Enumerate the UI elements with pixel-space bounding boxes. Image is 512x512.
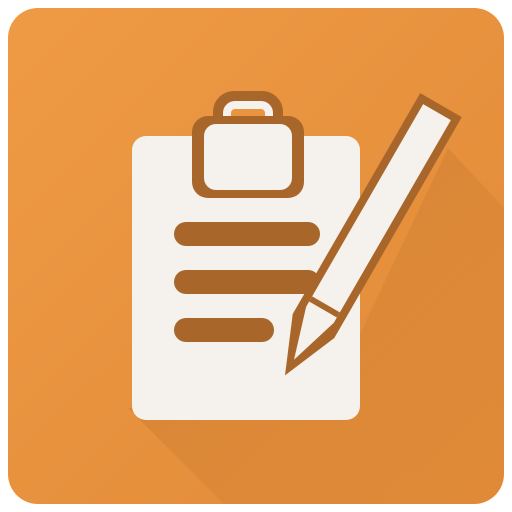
clipboard-line-3	[174, 318, 274, 342]
clipboard-pencil-icon	[8, 8, 504, 504]
clipboard-line-1	[174, 222, 320, 246]
screen	[0, 0, 512, 512]
clipboard-line-2	[174, 270, 320, 294]
app-launcher-icon[interactable]	[8, 8, 504, 504]
